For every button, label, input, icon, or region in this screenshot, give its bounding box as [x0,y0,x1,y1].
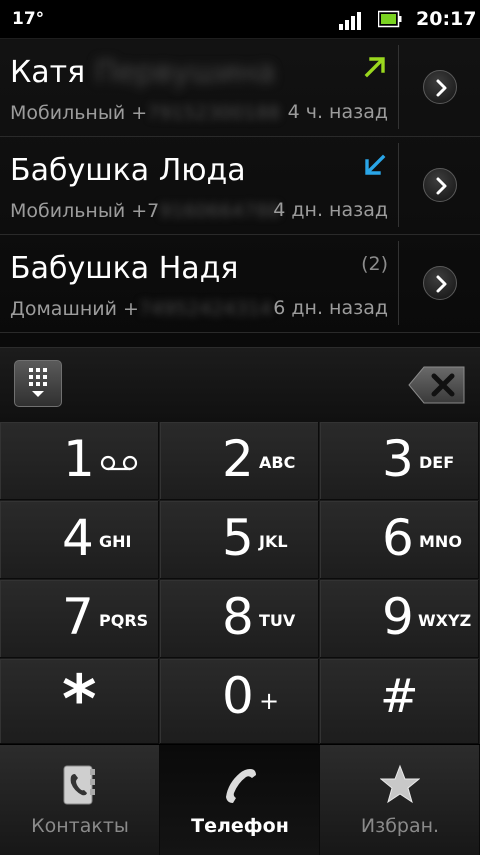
clock-label: 20:17 [416,8,477,30]
key-star[interactable]: * [0,659,159,744]
key-digit: 4 [62,509,94,567]
battery-icon [378,10,402,28]
hide-keypad-button[interactable] [14,360,62,407]
phone-type-label: Мобильный +7 [10,200,160,222]
tab-contacts[interactable]: Контакты [0,745,160,855]
contacts-book-icon [63,765,95,805]
key-5[interactable]: 5 JKL [160,501,319,579]
phone-number: Мобильный +79160664788 [10,200,280,222]
dial-keypad: 1 2 ABC 3 DEF 4 GHI 5 JKL 6 MNO 7 PQRS 8… [0,422,480,744]
chevron-right-icon [436,177,447,195]
key-digit: 6 [382,509,414,567]
key-letters: JKL [259,532,288,551]
open-contact-button[interactable] [423,70,457,104]
phone-type-label: Домашний + [10,298,139,320]
open-contact-button[interactable] [423,168,457,202]
key-digit: * [62,661,97,738]
key-9[interactable]: 9 WXYZ [320,580,479,658]
key-digit: 7 [62,588,94,646]
tab-label: Контакты [31,815,129,837]
voicemail-icon [100,455,138,471]
call-time-label: 6 дн. назад [273,297,388,319]
key-0[interactable]: 0 + [160,659,319,744]
key-digit: # [380,669,419,723]
row-divider [398,45,399,129]
star-icon [380,764,420,804]
call-log-item[interactable]: Бабушка Надя (2) Домашний +74952424314 6… [0,235,480,333]
contact-name: Бабушка Надя [10,251,239,286]
tab-label: Телефон [191,815,289,837]
status-bar: 17° 20:17 [0,0,480,39]
row-divider [398,241,399,325]
chevron-right-icon [436,79,447,97]
call-time-label: 4 дн. назад [273,199,388,221]
row-divider [398,143,399,227]
key-letters: GHI [99,532,132,551]
key-letters: WXYZ [418,611,472,630]
phone-number-blurred: 74952424314 [138,298,272,320]
dial-input-bar [0,347,480,423]
tab-favorites[interactable]: Избран. [320,745,480,855]
contact-name: Бабушка Люда [10,153,246,188]
call-log-item[interactable]: Бабушка Люда Мобильный +79160664788 4 дн… [0,137,480,235]
call-log-item[interactable]: Катя Первушина Мобильный +79152300188 4 … [0,39,480,137]
tab-label: Избран. [360,815,440,837]
key-digit: 8 [222,588,254,646]
call-count-badge: (2) [361,253,388,275]
key-hash[interactable]: # [320,659,479,744]
key-7[interactable]: 7 PQRS [0,580,159,658]
key-6[interactable]: 6 MNO [320,501,479,579]
key-digit: 9 [382,588,414,646]
key-4[interactable]: 4 GHI [0,501,159,579]
signal-strength-icon [339,12,361,30]
key-letters: MNO [419,532,462,551]
phone-number: Домашний +74952424314 [10,298,272,320]
tab-phone[interactable]: Телефон [160,745,320,855]
key-letters: TUV [259,611,296,630]
backspace-button[interactable] [408,365,466,405]
contact-name: Катя Первушина [10,55,275,90]
outgoing-call-icon [364,57,385,78]
key-letters: PQRS [99,611,149,630]
key-3[interactable]: 3 DEF [320,422,479,500]
phone-number: Мобильный +79152300188 [10,102,280,124]
open-contact-button[interactable] [423,266,457,300]
temperature-label: 17° [12,9,45,29]
contact-first-name: Катя [10,55,86,90]
key-digit: 0 [222,667,254,725]
call-time-label: 4 ч. назад [287,101,388,123]
key-letters: + [259,687,280,715]
phone-number-blurred: 79152300188 [147,102,281,124]
key-digit: 5 [222,509,254,567]
key-1[interactable]: 1 [0,422,159,500]
key-2[interactable]: 2 ABC [160,422,319,500]
key-letters: DEF [419,453,455,472]
contact-last-name-blurred: Первушина [94,55,276,90]
bottom-tab-bar: Контакты Телефон Избран. [0,744,480,855]
phone-number-blurred: 9160664788 [159,200,281,222]
key-digit: 2 [222,430,254,488]
key-8[interactable]: 8 TUV [160,580,319,658]
phone-handset-icon [226,769,256,803]
phone-type-label: Мобильный + [10,102,148,124]
chevron-right-icon [436,275,447,293]
incoming-call-icon [365,154,386,175]
keypad-grid-icon [29,368,47,397]
key-letters: ABC [259,453,296,472]
key-digit: 3 [382,430,414,488]
call-log-list[interactable]: Катя Первушина Мобильный +79152300188 4 … [0,39,480,347]
key-digit: 1 [63,430,95,488]
